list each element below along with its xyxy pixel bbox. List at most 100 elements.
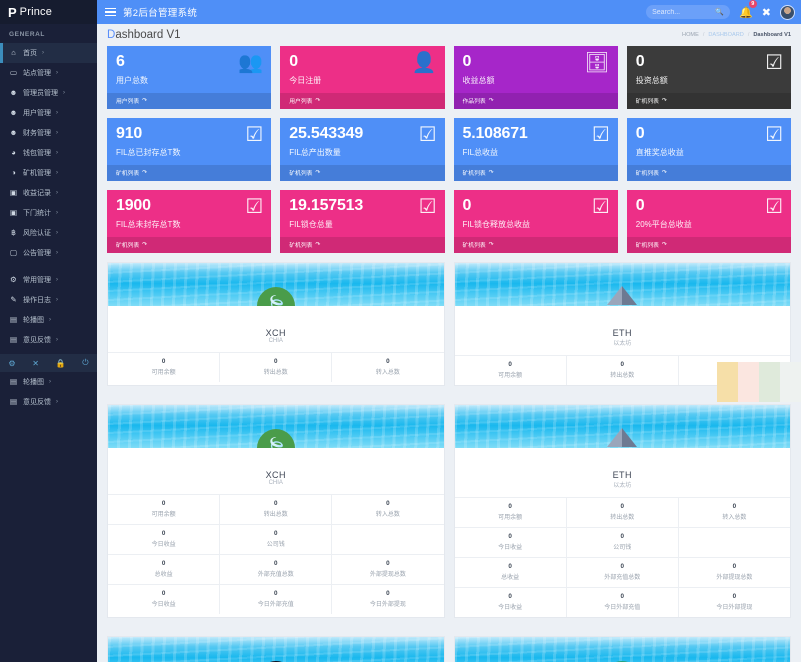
sidebar-item-label: 收益记录 (23, 190, 51, 197)
coin-panel[interactable]: ₧ (107, 636, 445, 662)
menu-toggle-icon[interactable] (105, 7, 116, 17)
sidebar-item-items8[interactable]: ▣ 下门统计 › (0, 203, 97, 223)
sidebar-item-label: 轮播图 (23, 379, 44, 386)
sidebar-item-items3[interactable]: ☻ 用户管理 › (0, 103, 97, 123)
coin-stat-label: 转出总数 (610, 515, 635, 521)
stat-card-footer-link[interactable]: 矿机列表 ↷ (453, 165, 618, 181)
stat-card[interactable]: 0 FIL锁仓释放总收益 ☑ 矿机列表 ↷ (453, 190, 618, 253)
sidebar-item-items30[interactable]: ▤ 轮播图 › (0, 372, 97, 392)
coin-panel[interactable]: 🍃 XCHCHIA 0 可用余额 0 转出总数 0 转入总数 (107, 262, 445, 386)
stat-card-footer-label: 作品列表 (462, 99, 486, 105)
sidebar-item-items0[interactable]: ⌂ 首页 › (0, 43, 97, 63)
sidebar-item-items9[interactable]: ฿风险认证 › (0, 223, 97, 243)
stat-card-body: 0 收益总额 🗄 (454, 46, 618, 93)
fullscreen-icon[interactable]: ✖ (762, 6, 771, 19)
breadcrumb-home[interactable]: HOME (682, 32, 699, 38)
stat-card-footer-label: 矿机列表 (462, 243, 486, 249)
sidebar-item-label: 首页 (23, 50, 37, 57)
coin-banner-image (454, 263, 790, 306)
notifications-button[interactable]: 🔔 9 (739, 0, 757, 21)
stat-card-footer-link[interactable]: 矿机列表 ↷ (626, 237, 791, 253)
coin-stat-label: 今日收益 (151, 602, 176, 608)
stat-card-footer-link[interactable]: 矿机列表 ↷ (107, 165, 272, 181)
coin-stat-value: 0 (508, 533, 512, 540)
stat-card-label: FIL总产出数量 (289, 147, 341, 157)
stat-card[interactable]: 0 收益总额 🗄 作品列表 ↷ (453, 46, 618, 109)
search-icon[interactable]: 🔍 (715, 8, 724, 16)
gear-icon[interactable]: ⚙ (8, 359, 15, 368)
coin-banner-image (454, 405, 790, 448)
sidebar-item-items5[interactable]: ◕ 钱包管理 › (0, 143, 97, 163)
sidebar-item-items4[interactable]: ☻ 财务管理 › (0, 123, 97, 143)
sidebar-divider (0, 263, 97, 270)
checkbox-icon: ☑ (591, 124, 610, 146)
sidebar-item-items6[interactable]: ◑ 矿机管理 › (0, 163, 97, 183)
user-icon: 👤 (411, 52, 437, 74)
sidebar-item-items1[interactable]: ▭ 站点管理 › (0, 63, 97, 83)
sidebar-item-label: 管理员管理 (23, 90, 58, 97)
arrow-circle-icon: ↷ (315, 98, 321, 104)
coin-stat-value: 0 (508, 503, 512, 510)
stat-card[interactable]: 1900 FIL总未封存总T数 ☑ 矿机列表 ↷ (107, 190, 272, 253)
stat-card[interactable]: 5.108671 FIL总收益 ☑ 矿机列表 ↷ (453, 118, 618, 181)
stat-card[interactable]: 25.543349 FIL总产出数量 ☑ 矿机列表 ↷ (280, 118, 445, 181)
search-input[interactable] (652, 8, 715, 16)
sidebar-nav: ⌂ 首页 › ▭ 站点管理 › ☻ 管理员管理 › ☻ 用户管理 › ☻ 财务管理 › ◕ 钱包管理 › ◑ 矿机管理… (0, 43, 97, 263)
sidebar-item-items22[interactable]: ▤ 轮播图 › (0, 310, 97, 330)
coin-stat-cell: 0 转入总数 (332, 495, 443, 524)
breadcrumb-dashboard[interactable]: DASHBOARD (708, 32, 743, 38)
sidebar-item-items20[interactable]: ⚙ 常用管理 › (0, 270, 97, 290)
stat-card-footer-link[interactable]: 矿机列表 ↷ (453, 237, 618, 253)
sidebar-item-label: 财务管理 (23, 130, 51, 137)
stat-card-label: 投资总额 (635, 75, 668, 85)
stat-card[interactable]: 6 用户总数 👥 用户列表 ↷ (107, 46, 272, 109)
stat-card-footer-link[interactable]: 用户列表 ↷ (107, 93, 272, 109)
stat-card-footer-link[interactable]: 用户列表 ↷ (280, 93, 445, 109)
sidebar-item-items31[interactable]: ▤ 意见反馈 › (0, 392, 97, 412)
coin-stat-cell: 0 今日收益 (455, 528, 567, 557)
sidebar-item-items7[interactable]: ▣ 收益记录 › (0, 183, 97, 203)
coin-stat-label: 公司钱 (613, 545, 632, 551)
coin-stat-value: 0 (620, 533, 625, 540)
ethereum-icon (607, 428, 638, 448)
dashboard-scroll-area[interactable]: 6 用户总数 👥 用户列表 ↷ 0 今日注册 👤 用户列表 ↷ 0 收益总额 🗄 作品列表 ↷ 0 投资总额 ☑ 矿… (97, 46, 801, 662)
brand-logo[interactable]: P Prince (0, 0, 97, 24)
coin-panel[interactable]: 🍃 XCHCHIA 0 可用余额 0 转出总数 0 转入总数 0 今日收益 0 公司钱 0 总收益 0 外部充… (107, 404, 445, 618)
sidebar-nav-secondary: ⚙ 常用管理 › ✎ 操作日志 › ▤ 轮播图 › ▤ 意见反馈 › (0, 270, 97, 350)
stat-card[interactable]: 910 FIL总已封存总T数 ☑ 矿机列表 ↷ (107, 118, 272, 181)
stat-card[interactable]: 19.157513 FIL锁仓总量 ☑ 矿机列表 ↷ (280, 190, 445, 253)
stat-card-footer-link[interactable]: 矿机列表 ↷ (280, 165, 445, 181)
coin-stat-label: 可用余额 (498, 373, 523, 379)
coin-panel[interactable]: ETH 以太坊 0 可用余额 0 转出总数 0 转入总数 0 今日收益 0 公司钱 0 总收益 0 外部充值总… (453, 404, 791, 618)
stat-card[interactable]: 0 直推奖总收益 ☑ 矿机列表 ↷ (626, 118, 791, 181)
coin-stat-cell: 0 公司钱 (567, 528, 679, 557)
lock-icon[interactable]: 🔒 (56, 359, 66, 368)
power-icon[interactable]: ⏻ (82, 358, 88, 368)
stat-card[interactable]: 0 20%平台总收益 ☑ 矿机列表 ↷ (626, 190, 791, 253)
stat-card-label: 20%平台总收益 (635, 219, 692, 229)
breadcrumb-current: Dashboard V1 (753, 32, 791, 38)
expand-icon[interactable]: ✕ (32, 359, 39, 368)
stat-card[interactable]: 0 今日注册 👤 用户列表 ↷ (280, 46, 445, 109)
stat-card-value: 19.157513 (289, 197, 364, 214)
stat-card-footer-link[interactable]: 矿机列表 ↷ (626, 165, 791, 181)
coin-stat-cell: 0 可用余额 (108, 495, 221, 524)
sidebar-item-label: 矿机管理 (23, 170, 51, 177)
coin-panel[interactable]: ETH 以太坊 0 可用余额 0 转出总数 (453, 262, 791, 386)
stat-card-footer-link[interactable]: 作品列表 ↷ (453, 93, 618, 109)
avatar[interactable] (780, 4, 795, 20)
stat-card-body: 1900 FIL总未封存总T数 ☑ (107, 190, 271, 237)
sidebar-item-items23[interactable]: ▤ 意见反馈 › (0, 330, 97, 350)
coin-panel[interactable]: ₮ (453, 636, 791, 662)
stat-card-body: 910 FIL总已封存总T数 ☑ (107, 118, 271, 165)
stat-card[interactable]: 0 投资总额 ☑ 矿机列表 ↷ (626, 46, 791, 109)
stat-card-footer-link[interactable]: 矿机列表 ↷ (107, 237, 272, 253)
coin-stat-label: 转出总数 (263, 370, 288, 376)
sidebar-item-items21[interactable]: ✎ 操作日志 › (0, 290, 97, 310)
stat-card-footer-link[interactable]: 矿机列表 ↷ (626, 93, 791, 109)
sidebar-item-items2[interactable]: ☻ 管理员管理 › (0, 83, 97, 103)
sidebar-item-items10[interactable]: ▢ 公告管理 › (0, 243, 97, 263)
coin-stat-value: 0 (274, 560, 278, 567)
stat-card-footer-link[interactable]: 矿机列表 ↷ (280, 237, 445, 253)
search-box[interactable]: 🔍 (646, 5, 731, 19)
